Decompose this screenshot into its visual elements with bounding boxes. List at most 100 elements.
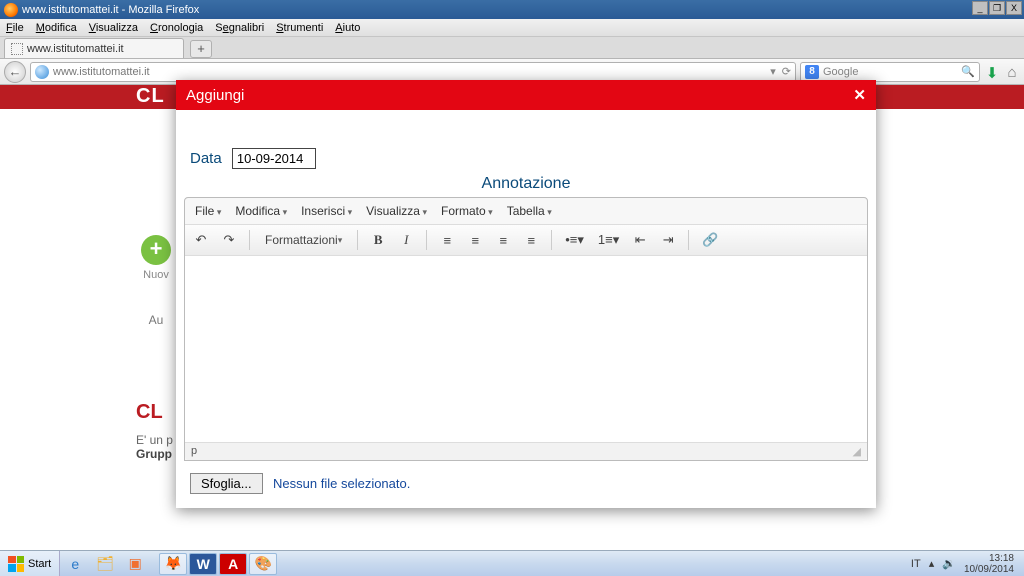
date-label: Data	[190, 150, 222, 167]
bold-button[interactable]: B	[366, 229, 390, 251]
taskbar-ie-icon[interactable]: e	[61, 553, 89, 575]
brand-fragment-top: CL	[136, 85, 165, 108]
separator	[551, 230, 552, 250]
tab-label: www.istitutomattei.it	[27, 43, 124, 55]
close-icon[interactable]: ✕	[853, 86, 866, 104]
windows-taskbar: Start e 🗂 ▣ 🦊 W A 🎨 IT ▴ 🔉 13:18 10/09/2…	[0, 550, 1024, 576]
tab-favicon	[11, 43, 23, 55]
windows-logo-icon	[8, 556, 24, 572]
redo-button[interactable]: ↷	[217, 229, 241, 251]
link-button[interactable]: 🔗	[697, 229, 723, 251]
editor-path: p	[191, 445, 197, 458]
url-text: www.istitutomattei.it	[53, 66, 150, 78]
menu-strumenti[interactable]: Strumenti	[276, 22, 323, 34]
browser-tabstrip: www.istitutomattei.it +	[0, 37, 1024, 59]
taskbar-paint-icon[interactable]: 🎨	[249, 553, 277, 575]
indent-button[interactable]: ⇥	[656, 229, 680, 251]
menu-cronologia[interactable]: Cronologia	[150, 22, 203, 34]
separator	[688, 230, 689, 250]
modal-title: Aggiungi	[186, 87, 244, 104]
taskbar-media-icon[interactable]: ▣	[121, 553, 149, 575]
firefox-icon	[4, 3, 18, 17]
menu-segnalibri[interactable]: Segnalibri	[215, 22, 264, 34]
date-row: Data	[190, 148, 868, 169]
taskbar-explorer-icon[interactable]: 🗂	[91, 553, 119, 575]
editor-menu-visualizza[interactable]: Visualizza	[366, 204, 427, 218]
browser-tab-active[interactable]: www.istitutomattei.it	[4, 38, 184, 58]
align-left-button[interactable]: ≡	[435, 229, 459, 251]
editor-menu-tabella[interactable]: Tabella	[507, 204, 552, 218]
number-list-button[interactable]: 1≡▾	[593, 229, 624, 251]
browser-menubar: File Modifica Visualizza Cronologia Segn…	[0, 19, 1024, 37]
taskbar-firefox-icon[interactable]: 🦊	[159, 553, 187, 575]
bullet-list-button[interactable]: •≡▾	[560, 229, 589, 251]
clock-time: 13:18	[964, 553, 1014, 564]
reload-icon[interactable]: ⟳	[782, 65, 791, 78]
file-upload-row: Sfoglia... Nessun file selezionato.	[190, 473, 862, 494]
undo-button[interactable]: ↶	[189, 229, 213, 251]
eun-text: E' un p	[136, 433, 173, 447]
annotazione-heading: Annotazione	[184, 175, 868, 193]
separator	[426, 230, 427, 250]
volume-icon[interactable]: 🔉	[942, 557, 956, 570]
editor-toolbar: ↶ ↷ Formattazioni B I ≡ ≡ ≡ ≡ •≡▾ 1≡▾ ⇤	[185, 225, 867, 256]
format-dropdown[interactable]: Formattazioni	[258, 229, 349, 251]
maximize-button[interactable]: ❐	[989, 1, 1005, 15]
editor-menubar: File Modifica Inserisci Visualizza Forma…	[185, 198, 867, 225]
menu-modifica[interactable]: Modifica	[36, 22, 77, 34]
start-button[interactable]: Start	[0, 551, 60, 576]
home-button[interactable]: ⌂	[1004, 64, 1020, 80]
taskbar-word-icon[interactable]: W	[189, 553, 217, 575]
menu-file[interactable]: File	[6, 22, 24, 34]
menu-visualizza[interactable]: Visualizza	[89, 22, 138, 34]
editor-menu-modifica[interactable]: Modifica	[235, 204, 287, 218]
editor-menu-inserisci[interactable]: Inserisci	[301, 204, 352, 218]
search-icon[interactable]: 🔍	[961, 65, 975, 78]
back-button[interactable]: ←	[4, 61, 26, 83]
align-center-button[interactable]: ≡	[463, 229, 487, 251]
editor-menu-file[interactable]: File	[195, 204, 221, 218]
left-column: + Nuov Au	[136, 235, 176, 327]
date-input[interactable]	[232, 148, 316, 169]
editor-menu-formato[interactable]: Formato	[441, 204, 493, 218]
separator	[249, 230, 250, 250]
modal-header: Aggiungi ✕	[176, 80, 876, 110]
italic-button[interactable]: I	[394, 229, 418, 251]
align-right-button[interactable]: ≡	[491, 229, 515, 251]
taskbar-adobe-icon[interactable]: A	[219, 553, 247, 575]
window-title: www.istitutomattei.it - Mozilla Firefox	[22, 4, 199, 16]
globe-icon	[35, 65, 49, 79]
align-justify-button[interactable]: ≡	[519, 229, 543, 251]
search-engine-icon: 8	[805, 65, 819, 79]
resize-grip-icon[interactable]: ◢	[853, 445, 861, 458]
add-circle-icon[interactable]: +	[141, 235, 171, 265]
tray-chevron-icon[interactable]: ▴	[929, 557, 935, 570]
new-tab-button[interactable]: +	[190, 40, 212, 58]
left-nuov-label: Nuov	[136, 269, 176, 281]
left-au-label: Au	[136, 313, 176, 327]
menu-aiuto[interactable]: Aiuto	[335, 22, 360, 34]
separator	[357, 230, 358, 250]
editor-canvas[interactable]	[185, 256, 867, 442]
modal-aggiungi: Aggiungi ✕ Data Annotazione File Modific…	[176, 80, 876, 508]
start-label: Start	[28, 558, 51, 570]
clock-date: 10/09/2014	[964, 564, 1014, 575]
lang-indicator[interactable]: IT	[911, 558, 921, 570]
search-placeholder: Google	[823, 66, 858, 78]
search-bar[interactable]: 8 Google 🔍	[800, 62, 980, 82]
taskbar-icons: e 🗂 ▣ 🦊 W A 🎨	[60, 551, 278, 576]
brand-fragment-mid: CL	[136, 401, 163, 424]
grup-text: Grupp	[136, 447, 172, 461]
rich-text-editor: File Modifica Inserisci Visualizza Forma…	[184, 197, 868, 461]
minimize-button[interactable]: _	[972, 1, 988, 15]
outdent-button[interactable]: ⇤	[628, 229, 652, 251]
page-viewport: CL sci BINDA e classi + Nuov Au CL E' un…	[0, 85, 1024, 550]
editor-statusbar: p ◢	[185, 442, 867, 460]
clock[interactable]: 13:18 10/09/2014	[964, 553, 1018, 575]
downloads-button[interactable]: ⬇	[984, 64, 1000, 80]
dropdown-icon[interactable]: ▾	[770, 65, 776, 78]
url-bar[interactable]: www.istitutomattei.it ▾ ⟳	[30, 62, 796, 82]
close-window-button[interactable]: X	[1006, 1, 1022, 15]
window-titlebar: www.istitutomattei.it - Mozilla Firefox …	[0, 0, 1024, 19]
browse-button[interactable]: Sfoglia...	[190, 473, 263, 494]
